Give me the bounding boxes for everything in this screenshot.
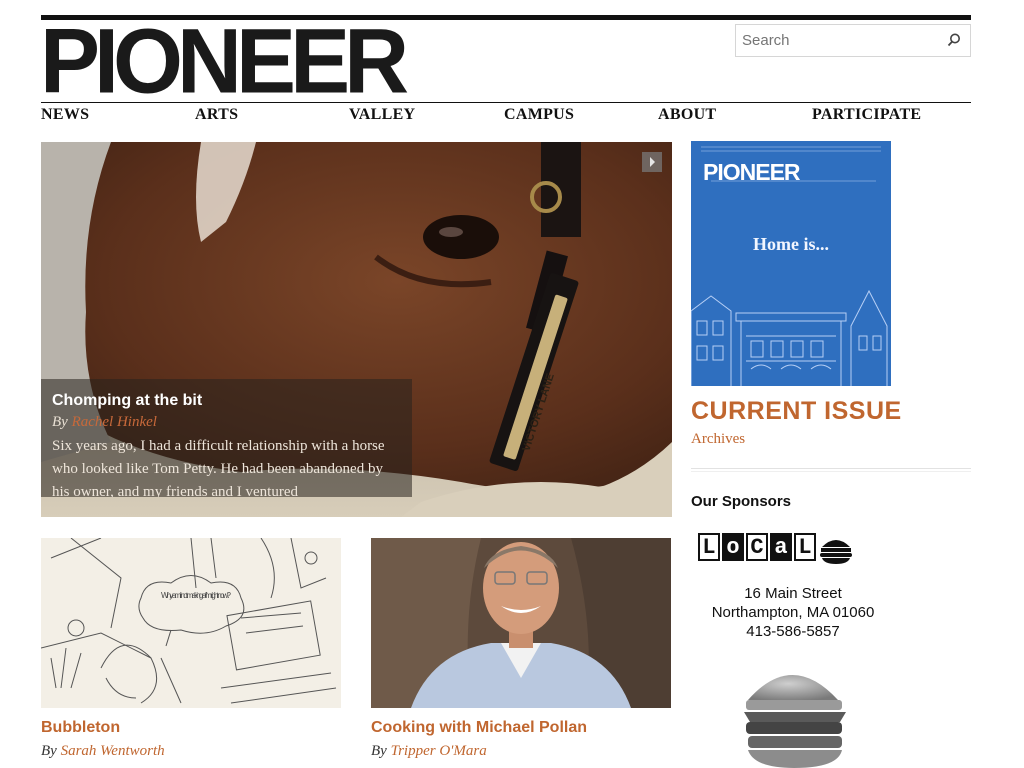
featured-author-link[interactable]: Rachel Hinkel (72, 414, 157, 430)
nav-news[interactable]: NEWS (41, 106, 89, 124)
story-title[interactable]: Cooking with Michael Pollan (371, 718, 671, 738)
story-card[interactable]: Cooking with Michael Pollan By Tripper O… (371, 538, 671, 760)
story-thumbnail[interactable] (371, 538, 671, 708)
by-label: By (52, 414, 68, 430)
cover-headline: Home is... (753, 234, 829, 254)
cover-masthead: PIONEER (703, 159, 801, 185)
sidebar-divider (691, 471, 971, 472)
search-box[interactable] (735, 24, 971, 57)
chevron-right-icon (650, 157, 655, 167)
nav-about[interactable]: ABOUT (658, 106, 716, 124)
slider-next-button[interactable] (642, 152, 662, 172)
featured-byline: By Rachel Hinkel (52, 412, 401, 432)
sponsor-address: 16 Main Street Northampton, MA 01060 413… (691, 584, 895, 641)
featured-title[interactable]: Chomping at the bit (52, 391, 401, 411)
story-card[interactable]: Why am I not making a film right now? Bu… (41, 538, 341, 760)
sponsors-heading: Our Sponsors (691, 493, 792, 510)
search-icon[interactable] (946, 32, 962, 48)
phone-number: 413-586-5857 (746, 623, 840, 640)
archives-link[interactable]: Archives (691, 431, 745, 448)
current-issue-cover[interactable]: PIONEER Home is... (691, 141, 891, 386)
nav-arts[interactable]: ARTS (195, 106, 238, 124)
sidebar-divider (691, 468, 971, 469)
logo-letter: C (746, 533, 768, 561)
story-title[interactable]: Bubbleton (41, 718, 341, 738)
by-label: By (371, 743, 387, 759)
address-line-1: 16 Main Street (744, 585, 842, 602)
current-issue-heading[interactable]: CURRENT ISSUE (691, 397, 902, 426)
story-thumbnail[interactable]: Why am I not making a film right now? (41, 538, 341, 708)
sketch-speech-text: Why am I not making a film right now? (161, 591, 232, 600)
nav-divider (41, 102, 971, 103)
nav-valley[interactable]: VALLEY (349, 106, 415, 124)
story-author-link[interactable]: Sarah Wentworth (61, 743, 165, 759)
featured-excerpt: Six years ago, I had a difficult relatio… (52, 438, 385, 497)
story-byline: By Sarah Wentworth (41, 743, 341, 760)
story-byline: By Tripper O'Mara (371, 743, 671, 760)
featured-caption: Chomping at the bit By Rachel Hinkel Six… (41, 379, 412, 497)
nav-participate[interactable]: PARTICIPATE (812, 106, 921, 124)
site-logo[interactable]: PIONEER (40, 16, 409, 108)
search-input[interactable] (736, 25, 936, 56)
story-author-link[interactable]: Tripper O'Mara (391, 743, 487, 759)
portrait-photo (371, 538, 671, 708)
burger-illustration (744, 675, 846, 768)
logo-letter: L (698, 533, 720, 561)
logo-letter: L (794, 533, 816, 561)
logo-letter: a (770, 533, 792, 561)
burger-icon (820, 540, 852, 564)
sketch-illustration: Why am I not making a film right now? (41, 538, 341, 708)
sponsor-logo-local[interactable]: L o C a L (698, 533, 854, 565)
featured-story[interactable]: VICTORY LANE Chomping at the bit By Rach… (41, 142, 672, 517)
logo-letter: o (722, 533, 744, 561)
main-nav: NEWS ARTS VALLEY CAMPUS ABOUT PARTICIPAT… (41, 106, 971, 126)
address-line-2: Northampton, MA 01060 (711, 604, 875, 621)
nav-campus[interactable]: CAMPUS (504, 106, 574, 124)
by-label: By (41, 743, 57, 759)
